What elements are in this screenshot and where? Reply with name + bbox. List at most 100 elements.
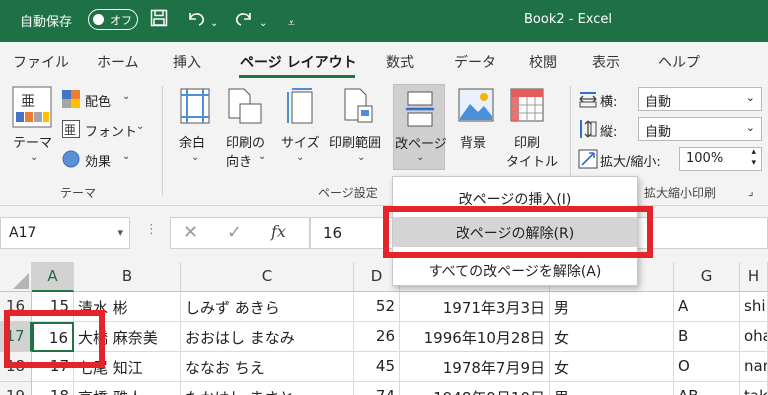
undo-dropdown-icon[interactable]: ⌄ [210, 13, 218, 35]
print-area-dropdown-icon[interactable]: ⌄ [357, 152, 365, 163]
tab-page-layout[interactable]: ページ レイアウト [240, 52, 357, 72]
redo-icon[interactable] [234, 9, 254, 33]
table-cell[interactable]: 男 [550, 292, 674, 322]
customize-toolbar-icon[interactable]: ⩡ [288, 12, 295, 34]
table-cell[interactable]: 52 [354, 292, 400, 322]
margins-dropdown-icon[interactable]: ⌄ [191, 152, 199, 163]
breaks-button-label: 改ページ [395, 137, 447, 152]
name-box[interactable]: A17 ▾ [0, 217, 130, 249]
table-cell[interactable]: AB [674, 382, 740, 395]
margins-button[interactable]: 余白 [179, 132, 205, 151]
menu-item-reset-all-breaks[interactable]: すべての改ページを解除(A) [393, 255, 637, 285]
width-select[interactable]: 自動 ⌄ [638, 87, 762, 111]
insert-function-icon[interactable]: fx [271, 222, 286, 241]
table-cell[interactable]: 女 [550, 352, 674, 382]
tab-insert[interactable]: 挿入 [173, 52, 201, 72]
tab-formulas[interactable]: 数式 [386, 52, 414, 72]
breaks-dropdown-icon: ⌄ [416, 152, 425, 163]
scale-spinner[interactable]: 100% ▴ ▾ [679, 147, 762, 171]
fonts-icon: 亜 [62, 120, 80, 142]
width-icon [578, 90, 598, 112]
size-button[interactable]: サイズ [281, 132, 320, 151]
save-icon[interactable] [150, 9, 168, 33]
effects-dropdown-icon[interactable]: ⌄ [122, 151, 130, 162]
undo-icon[interactable] [186, 9, 206, 33]
size-icon [286, 88, 314, 128]
table-cell[interactable]: 1971年3月3日 [400, 292, 550, 322]
print-titles-icon [510, 88, 544, 126]
column-header-g[interactable]: G [674, 262, 740, 292]
table-cell[interactable]: oha [740, 322, 768, 352]
print-titles-line2[interactable]: タイトル [506, 151, 558, 170]
theme-icon[interactable]: 亜 [12, 86, 52, 132]
table-cell[interactable]: 1978年7月9日 [400, 352, 550, 382]
tab-data[interactable]: データ [454, 52, 496, 72]
table-cell[interactable]: しみず あきら [181, 292, 354, 322]
tab-file[interactable]: ファイル [13, 52, 69, 72]
table-cell[interactable]: 1996年10月28日 [400, 322, 550, 352]
column-header-h[interactable]: H [740, 262, 768, 292]
orientation-button-line2[interactable]: 向き [226, 151, 252, 170]
table-cell[interactable]: 男 [550, 382, 674, 395]
dialog-launcher-icon[interactable]: ⌟ [748, 184, 754, 198]
chevron-down-icon: ⌄ [745, 121, 755, 134]
column-header-b[interactable]: B [74, 262, 181, 292]
table-cell[interactable]: shi [740, 292, 768, 322]
resize-handle-icon[interactable]: ⋮ [145, 222, 158, 237]
background-icon [458, 88, 494, 126]
table-cell[interactable]: 高橋 雅人 [74, 382, 181, 395]
redo-dropdown-icon[interactable]: ⌄ [259, 13, 267, 35]
title-bar: 自動保存 オフ ⌄ ⌄ ⩡ Book2 - Excel [0, 0, 768, 42]
table-cell[interactable]: たかはし まさと [181, 382, 354, 395]
svg-text:亜: 亜 [64, 123, 76, 137]
table-cell[interactable]: おおはし まなみ [181, 322, 354, 352]
chevron-down-icon: ⌄ [745, 91, 755, 104]
column-header-c[interactable]: C [181, 262, 354, 292]
tab-view[interactable]: 表示 [592, 52, 620, 72]
height-select[interactable]: 自動 ⌄ [638, 117, 762, 141]
theme-group-label: テーマ [60, 186, 97, 200]
tab-help[interactable]: ヘルプ [658, 52, 700, 72]
orientation-button-line1[interactable]: 印刷の [226, 132, 265, 151]
autosave-state: オフ [110, 14, 132, 27]
tab-review[interactable]: 校閲 [529, 52, 557, 72]
theme-button-label[interactable]: テーマ [13, 132, 52, 151]
page-setup-group-label: ページ設定 [318, 186, 378, 200]
table-cell[interactable]: O [674, 352, 740, 382]
toggle-knob [93, 13, 104, 25]
table-cell[interactable]: 74 [354, 382, 400, 395]
select-all-corner[interactable] [0, 262, 32, 292]
autosave-toggle[interactable]: オフ [88, 9, 138, 30]
orientation-dropdown-icon[interactable]: ⌄ [258, 151, 266, 162]
breaks-button[interactable]: 改ページ ⌄ [393, 84, 447, 170]
column-header-a[interactable]: A [32, 262, 74, 292]
theme-dropdown-icon[interactable]: ⌄ [30, 152, 38, 163]
table-cell[interactable]: B [674, 322, 740, 352]
colors-dropdown-icon[interactable]: ⌄ [122, 91, 130, 102]
print-area-button[interactable]: 印刷範囲 [329, 132, 381, 151]
row-header[interactable]: 19 [0, 382, 32, 395]
fonts-dropdown-icon[interactable]: ⌄ [136, 121, 144, 132]
table-cell[interactable]: tak [740, 382, 768, 395]
table-cell[interactable]: 45 [354, 352, 400, 382]
tab-home[interactable]: ホーム [97, 52, 139, 72]
table-cell[interactable]: 1948年9月10日 [400, 382, 550, 395]
table-cell[interactable]: 女 [550, 322, 674, 352]
table-cell[interactable]: ななお ちえ [181, 352, 354, 382]
table-cell[interactable]: A [674, 292, 740, 322]
print-titles-line1[interactable]: 印刷 [514, 132, 540, 151]
size-dropdown-icon[interactable]: ⌄ [296, 152, 304, 163]
background-button[interactable]: 背景 [460, 132, 486, 151]
enter-icon[interactable]: ✓ [227, 222, 242, 243]
table-cell[interactable]: 18 [32, 382, 74, 395]
width-value: 自動 [645, 95, 672, 110]
cancel-icon[interactable]: ✕ [183, 222, 198, 243]
spinner-arrows-icon[interactable]: ▴ ▾ [751, 147, 756, 169]
autosave-label: 自動保存 [20, 15, 73, 30]
colors-button[interactable]: 配色 [85, 91, 111, 110]
scale-icon [578, 149, 598, 173]
table-cell[interactable]: nan [740, 352, 768, 382]
table-cell[interactable]: 26 [354, 322, 400, 352]
effects-button[interactable]: 効果 [85, 151, 111, 170]
fonts-button[interactable]: フォント [85, 121, 137, 140]
